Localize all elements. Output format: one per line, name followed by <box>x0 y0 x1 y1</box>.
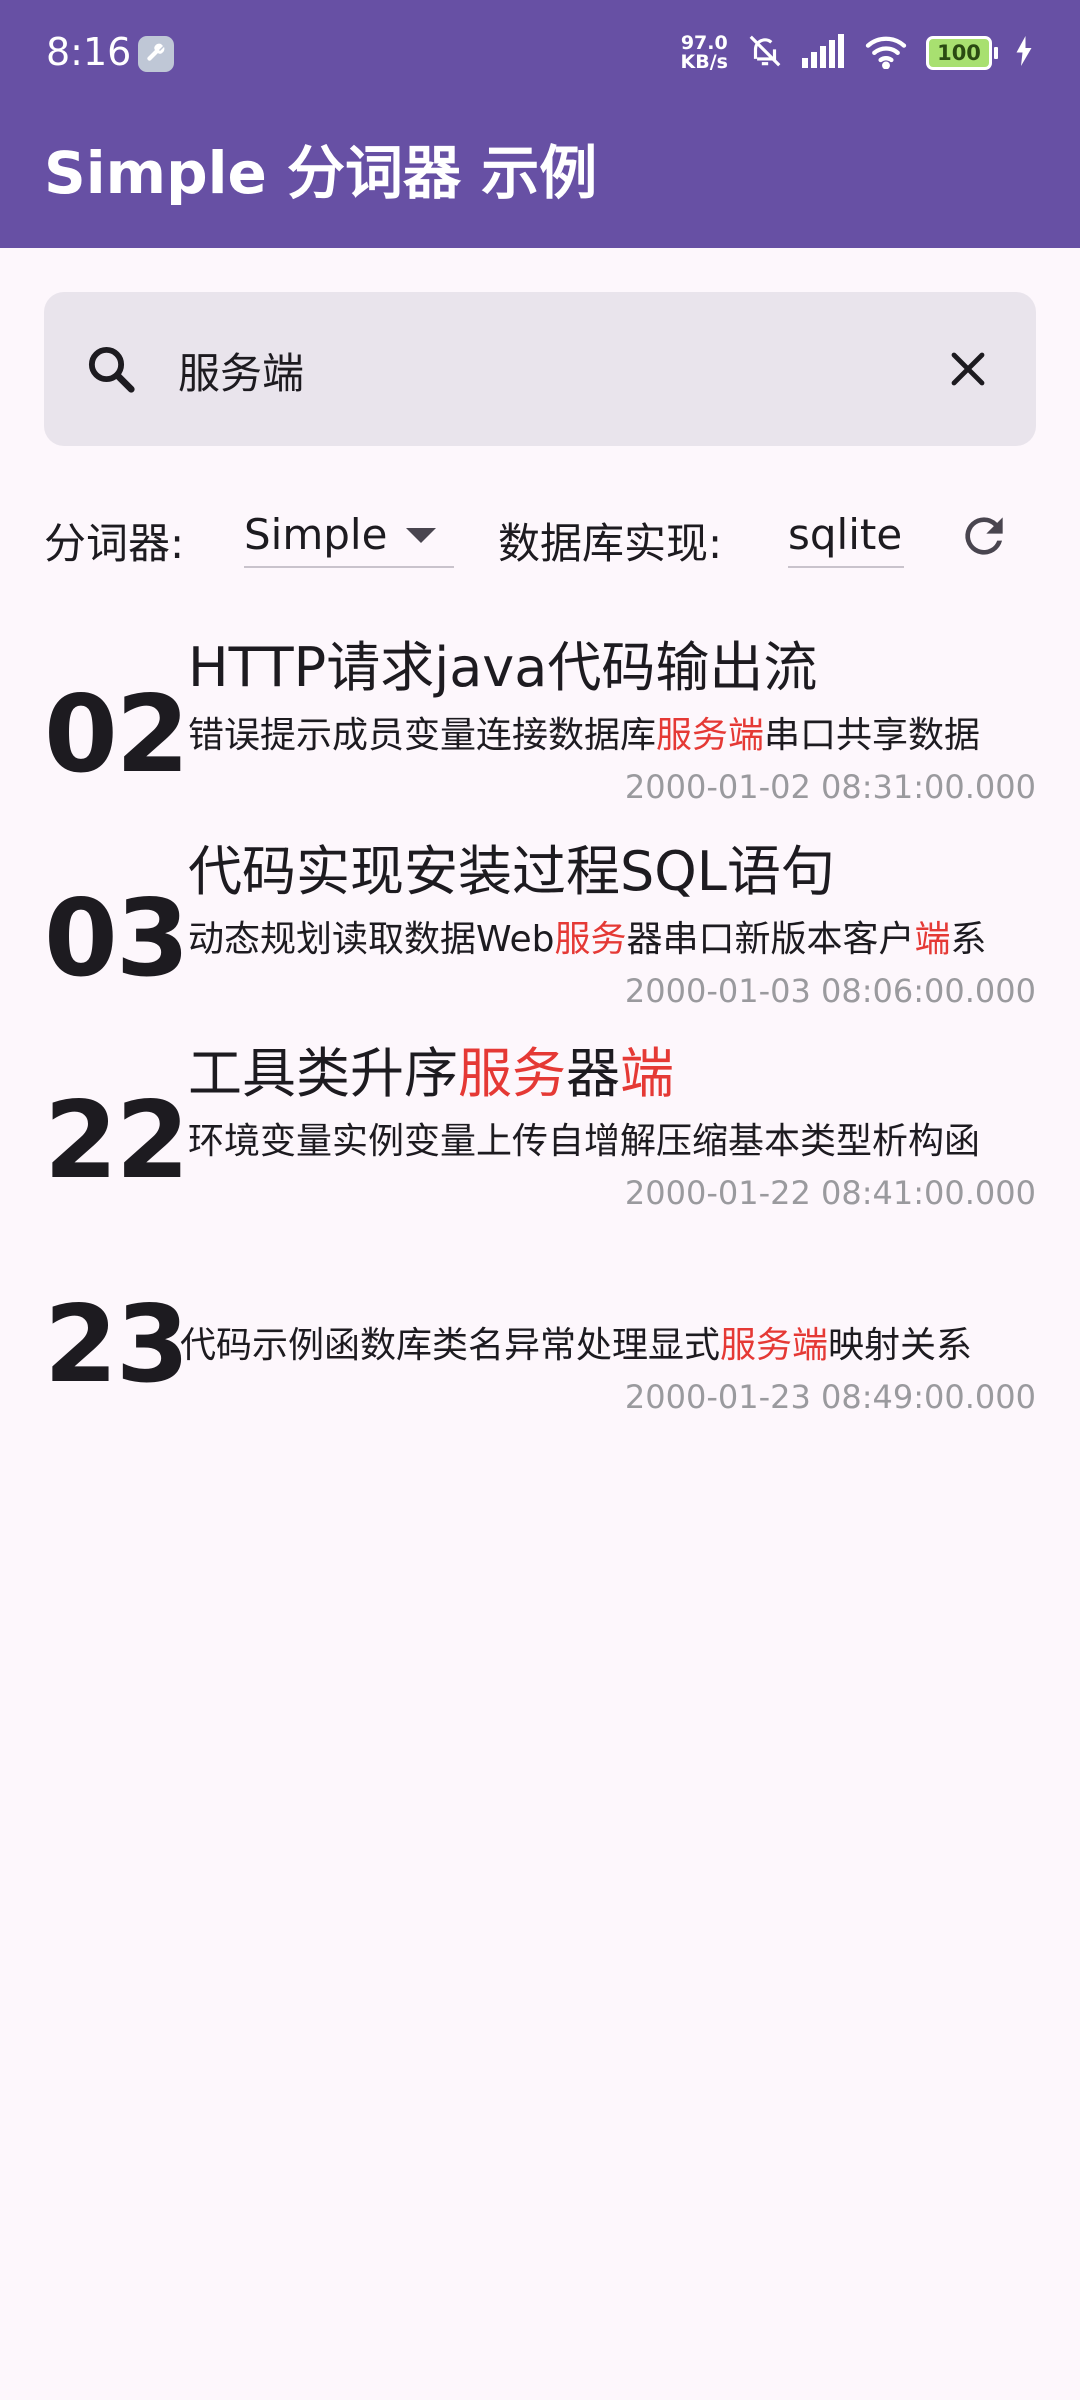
refresh-icon[interactable] <box>956 508 1012 574</box>
text-segment: 代码实现安装过程SQL语句 <box>188 840 835 903</box>
text-segment: 器 <box>566 1042 620 1105</box>
highlight-text: 端 <box>620 1042 674 1105</box>
result-date: 2000-01-02 08:31:00.000 <box>624 768 1036 806</box>
result-item[interactable]: 23 代码示例函数库类名异常处理显式服务端映射关系 2000-01-23 08:… <box>44 1240 1036 1440</box>
result-number: 02 <box>44 673 190 796</box>
result-item[interactable]: 03 代码实现安装过程SQL语句 动态规划读取数据Web服务器串口新版本客户端系… <box>44 834 1036 1034</box>
bell-off-icon <box>746 32 784 74</box>
chevron-down-icon <box>406 528 436 543</box>
text-segment: HTTP请求java代码输出流 <box>188 636 818 699</box>
result-content: 环境变量实例变量上传自增解压缩基本类型析构函 <box>188 1114 1036 1170</box>
battery-icon: 100 <box>926 36 998 70</box>
result-date: 2000-01-22 08:41:00.000 <box>624 1174 1036 1212</box>
result-number: 23 <box>44 1283 190 1406</box>
tokenizer-dropdown[interactable]: Simple <box>244 500 454 568</box>
highlight-text: 服务 <box>554 919 627 960</box>
db-label: 数据库实现: <box>498 519 723 568</box>
text-segment: 错误提示成员变量连接数据库 <box>188 715 657 756</box>
network-speed: 97.0 KB/s <box>681 34 728 72</box>
text-segment: 串口共享数据 <box>764 715 981 756</box>
result-content: 动态规划读取数据Web服务器串口新版本客户端系 <box>188 912 1036 968</box>
highlight-text: 服务 <box>458 1042 566 1105</box>
highlight-text: 端 <box>914 919 951 960</box>
result-date: 2000-01-23 08:49:00.000 <box>624 1378 1036 1416</box>
app-title: Simple 分词器 示例 <box>44 139 598 207</box>
text-segment: 代码示例函数库类名异常处理显式 <box>180 1325 721 1366</box>
app-bar: 8:16 97.0 KB/s 100 Simple 分词器 示例 <box>0 0 1080 248</box>
text-segment: 工具类升序 <box>188 1042 458 1105</box>
highlight-text: 服务端 <box>720 1325 829 1366</box>
text-segment: 器串口新版本客户 <box>626 919 915 960</box>
result-title: 代码实现安装过程SQL语句 <box>188 834 835 910</box>
wrench-icon <box>138 36 174 72</box>
result-number: 03 <box>44 877 190 1000</box>
battery-level: 100 <box>926 36 992 70</box>
status-icons: 97.0 KB/s 100 <box>681 32 1032 74</box>
search-icon <box>84 342 138 400</box>
result-title: 工具类升序服务器端 <box>188 1036 674 1112</box>
db-dropdown[interactable]: sqlite <box>788 500 904 568</box>
text-segment: 系 <box>950 919 987 960</box>
text-segment: 映射关系 <box>828 1325 973 1366</box>
result-item[interactable]: 02 HTTP请求java代码输出流 错误提示成员变量连接数据库服务端串口共享数… <box>44 630 1036 830</box>
highlight-text: 服务端 <box>656 715 765 756</box>
tokenizer-value: Simple <box>244 510 388 559</box>
result-number: 22 <box>44 1079 190 1202</box>
text-segment: 动态规划读取数据Web <box>188 919 555 960</box>
wifi-icon <box>864 33 908 73</box>
status-time: 8:16 <box>46 30 132 74</box>
result-item[interactable]: 22 工具类升序服务器端 环境变量实例变量上传自增解压缩基本类型析构函 2000… <box>44 1036 1036 1236</box>
result-date: 2000-01-03 08:06:00.000 <box>624 972 1036 1010</box>
tokenizer-label: 分词器: <box>44 519 185 568</box>
search-bar[interactable] <box>44 292 1036 446</box>
result-title: HTTP请求java代码输出流 <box>188 630 817 706</box>
result-content: 代码示例函数库类名异常处理显式服务端映射关系 <box>180 1318 1036 1374</box>
options-row: 分词器: Simple 数据库实现: sqlite <box>44 500 1044 572</box>
search-input[interactable] <box>176 332 940 408</box>
signal-icon <box>802 34 846 72</box>
db-value: sqlite <box>788 510 903 559</box>
charging-icon <box>1016 36 1032 70</box>
result-content: 错误提示成员变量连接数据库服务端串口共享数据 <box>188 708 1036 764</box>
speed-unit: KB/s <box>680 51 728 73</box>
text-segment: 环境变量实例变量上传自增解压缩基本类型析构函 <box>188 1121 981 1162</box>
clear-icon[interactable] <box>944 345 992 397</box>
